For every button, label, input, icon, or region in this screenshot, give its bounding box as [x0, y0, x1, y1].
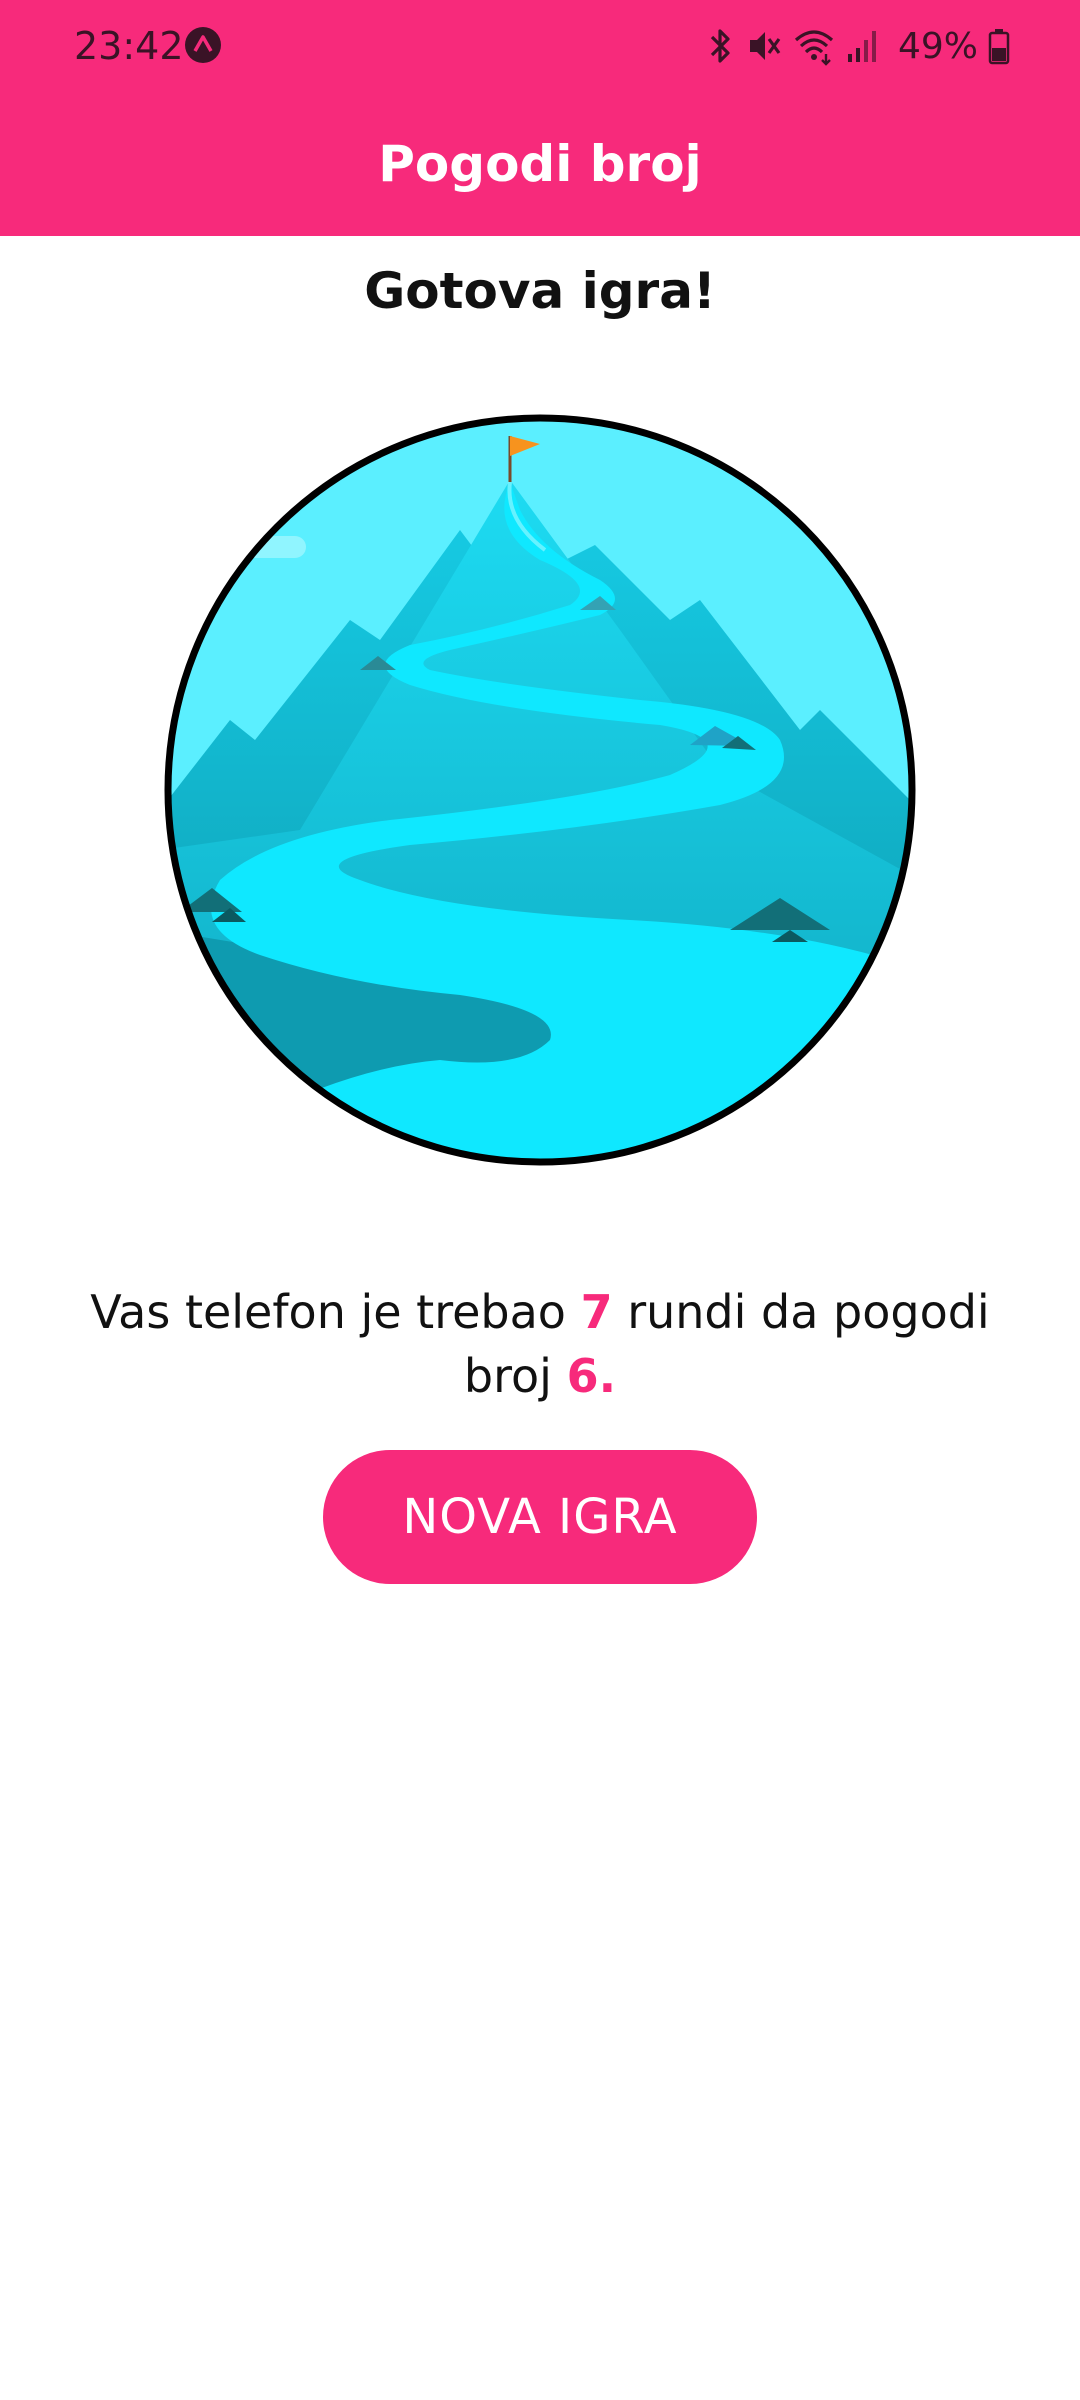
battery-icon [988, 29, 1010, 65]
signal-icon [847, 31, 876, 62]
result-summary: Vas telefon je trebao 7 rundi da pogodi … [80, 1280, 1000, 1408]
status-bar: 23:42 49% [0, 0, 1080, 92]
guessed-number: 6. [566, 1349, 617, 1403]
app-bar: Pogodi broj [0, 92, 1080, 236]
status-time: 23:42 [74, 24, 184, 68]
summary-text-1: Vas telefon je trebao [90, 1285, 581, 1339]
wifi-icon [794, 30, 834, 66]
status-icons: 49% [706, 22, 1010, 70]
rounds-count: 7 [580, 1285, 613, 1339]
app-title: Pogodi broj [378, 135, 702, 193]
mountain-success-image [164, 414, 916, 1166]
new-game-button[interactable]: NOVA IGRA [323, 1450, 757, 1584]
battery-percentage: 49% [897, 25, 978, 67]
game-over-title: Gotova igra! [364, 262, 716, 320]
app-notification-icon [185, 27, 221, 63]
mute-icon [749, 32, 781, 60]
bluetooth-icon [710, 29, 730, 63]
